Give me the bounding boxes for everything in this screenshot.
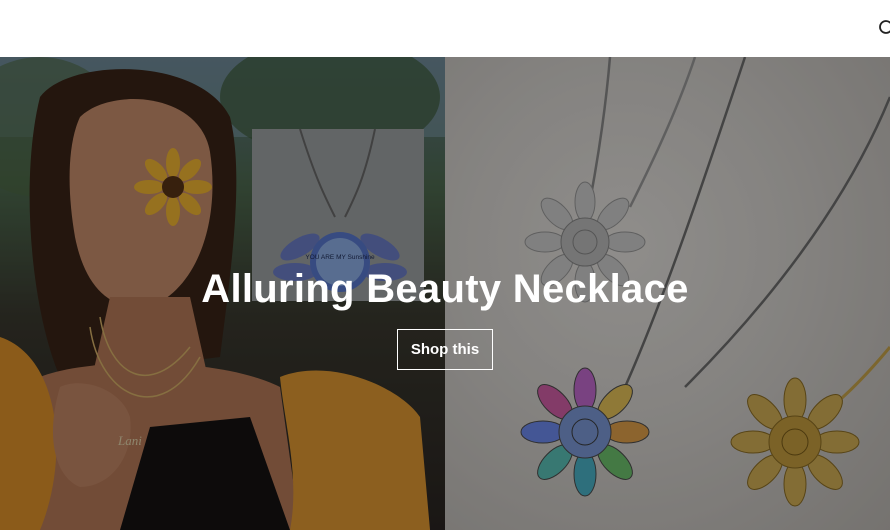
hero-title: Alluring Beauty Necklace — [201, 267, 689, 311]
search-button[interactable] — [876, 18, 890, 38]
search-icon — [879, 20, 890, 34]
hero-banner: Lani YOU ARE MY Sunshine Alluring Beauty… — [0, 57, 890, 530]
hero-content: Alluring Beauty Necklace Shop this — [0, 57, 890, 530]
site-header — [0, 0, 890, 57]
shop-this-button[interactable]: Shop this — [397, 329, 493, 370]
